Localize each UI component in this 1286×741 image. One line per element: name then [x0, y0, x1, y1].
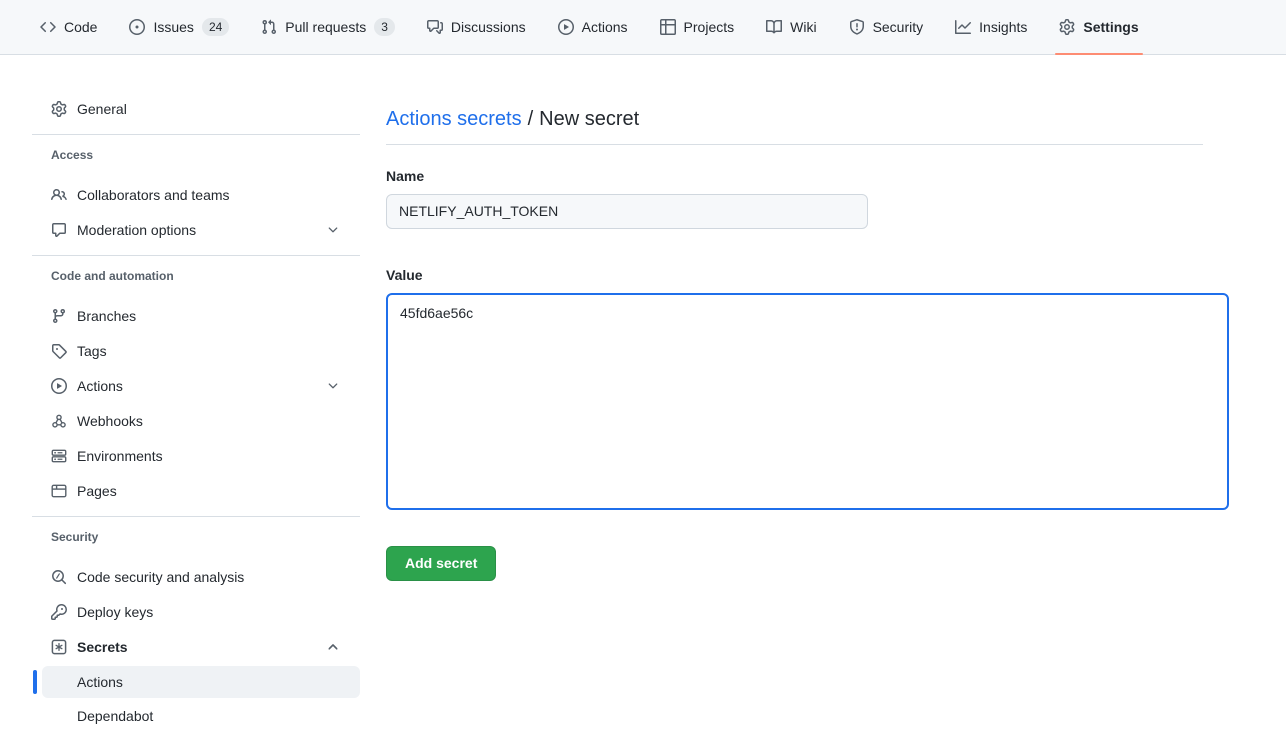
page-title: Actions secrets /New secret: [386, 107, 1203, 145]
comment-icon: [51, 222, 67, 238]
sidebar-item-environments[interactable]: Environments: [32, 438, 360, 473]
tab-label: Settings: [1083, 19, 1138, 35]
code-icon: [40, 19, 56, 35]
tab-label: Projects: [684, 19, 735, 35]
server-icon: [51, 448, 67, 464]
divider: [32, 516, 360, 517]
tab-label: Code: [64, 19, 97, 35]
breadcrumb-current: New secret: [539, 108, 639, 130]
tab-label: Wiki: [790, 19, 816, 35]
secret-name-input[interactable]: [386, 194, 868, 229]
sidebar-item-collaborators[interactable]: Collaborators and teams: [32, 177, 360, 212]
new-secret-form: Actions secrets/New secret Name Value 45…: [360, 55, 1203, 741]
sidebar-item-general[interactable]: General: [32, 91, 360, 126]
play-icon: [558, 19, 574, 35]
graph-icon: [955, 19, 971, 35]
chevron-up-icon: [326, 640, 340, 654]
secret-value-textarea[interactable]: 45fd6ae56c: [386, 293, 1229, 510]
sidebar-item-label: Dependabot: [77, 708, 153, 724]
sidebar-item-label: Pages: [77, 483, 117, 499]
tab-security[interactable]: Security: [841, 0, 932, 54]
repo-tab-bar: Code Issues 24 Pull requests 3 Discussio…: [0, 0, 1286, 55]
webhook-icon: [51, 413, 67, 429]
issue-opened-icon: [129, 19, 145, 35]
key-asterisk-icon: [51, 639, 67, 655]
tab-label: Actions: [582, 19, 628, 35]
sidebar-item-label: Moderation options: [77, 222, 196, 238]
sidebar-item-secrets[interactable]: Secrets: [32, 629, 360, 664]
issues-count-badge: 24: [202, 18, 229, 36]
table-icon: [660, 19, 676, 35]
sidebar-item-pages[interactable]: Pages: [32, 473, 360, 508]
settings-sidebar: General Access Collaborators and teams M…: [0, 55, 360, 741]
play-icon: [51, 378, 67, 394]
sidebar-subitem-secrets-actions[interactable]: Actions: [42, 666, 360, 698]
sidebar-item-actions[interactable]: Actions: [32, 368, 360, 403]
book-icon: [766, 19, 782, 35]
tab-label: Security: [873, 19, 924, 35]
tab-actions[interactable]: Actions: [550, 0, 636, 54]
shield-icon: [849, 19, 865, 35]
browser-icon: [51, 483, 67, 499]
sidebar-item-label: Code security and analysis: [77, 569, 244, 585]
divider: [32, 134, 360, 135]
sidebar-item-label: Environments: [77, 448, 163, 464]
sidebar-item-code-security[interactable]: Code security and analysis: [32, 559, 360, 594]
sidebar-subitem-secrets-dependabot[interactable]: Dependabot: [42, 700, 360, 732]
sidebar-item-moderation-options[interactable]: Moderation options: [32, 212, 360, 247]
sidebar-section-security: Security: [32, 527, 360, 547]
tab-label: Issues: [153, 19, 193, 35]
sidebar-item-label: Secrets: [77, 639, 128, 655]
sidebar-item-label: Webhooks: [77, 413, 143, 429]
divider: [32, 255, 360, 256]
tab-label: Pull requests: [285, 19, 366, 35]
tag-icon: [51, 343, 67, 359]
tab-settings[interactable]: Settings: [1051, 0, 1146, 54]
chevron-down-icon: [326, 379, 340, 393]
sidebar-item-label: Deploy keys: [77, 604, 153, 620]
gear-icon: [51, 101, 67, 117]
breadcrumb-separator: /: [528, 108, 534, 130]
git-branch-icon: [51, 308, 67, 324]
sidebar-item-deploy-keys[interactable]: Deploy keys: [32, 594, 360, 629]
sidebar-item-label: Tags: [77, 343, 107, 359]
sidebar-item-label: Branches: [77, 308, 136, 324]
pull-requests-count-badge: 3: [374, 18, 395, 36]
codescan-icon: [51, 569, 67, 585]
tab-projects[interactable]: Projects: [652, 0, 743, 54]
tab-pull-requests[interactable]: Pull requests 3: [253, 0, 403, 54]
sidebar-section-access: Access: [32, 145, 360, 165]
actions-secrets-breadcrumb-link[interactable]: Actions secrets: [386, 108, 522, 130]
git-pull-request-icon: [261, 19, 277, 35]
tab-wiki[interactable]: Wiki: [758, 0, 824, 54]
comment-discussion-icon: [427, 19, 443, 35]
sidebar-item-webhooks[interactable]: Webhooks: [32, 403, 360, 438]
tab-insights[interactable]: Insights: [947, 0, 1035, 54]
tab-label: Discussions: [451, 19, 526, 35]
people-icon: [51, 187, 67, 203]
tab-code[interactable]: Code: [32, 0, 105, 54]
chevron-down-icon: [326, 223, 340, 237]
sidebar-item-branches[interactable]: Branches: [32, 298, 360, 333]
sidebar-item-label: Actions: [77, 674, 123, 690]
sidebar-item-tags[interactable]: Tags: [32, 333, 360, 368]
tab-issues[interactable]: Issues 24: [121, 0, 237, 54]
gear-icon: [1059, 19, 1075, 35]
add-secret-button[interactable]: Add secret: [386, 546, 496, 581]
sidebar-item-label: Actions: [77, 378, 123, 394]
key-icon: [51, 604, 67, 620]
tab-label: Insights: [979, 19, 1027, 35]
value-label: Value: [386, 267, 1203, 283]
name-label: Name: [386, 168, 1203, 184]
tab-discussions[interactable]: Discussions: [419, 0, 534, 54]
sidebar-item-label: General: [77, 101, 127, 117]
sidebar-section-code-and-automation: Code and automation: [32, 266, 360, 286]
sidebar-item-label: Collaborators and teams: [77, 187, 230, 203]
